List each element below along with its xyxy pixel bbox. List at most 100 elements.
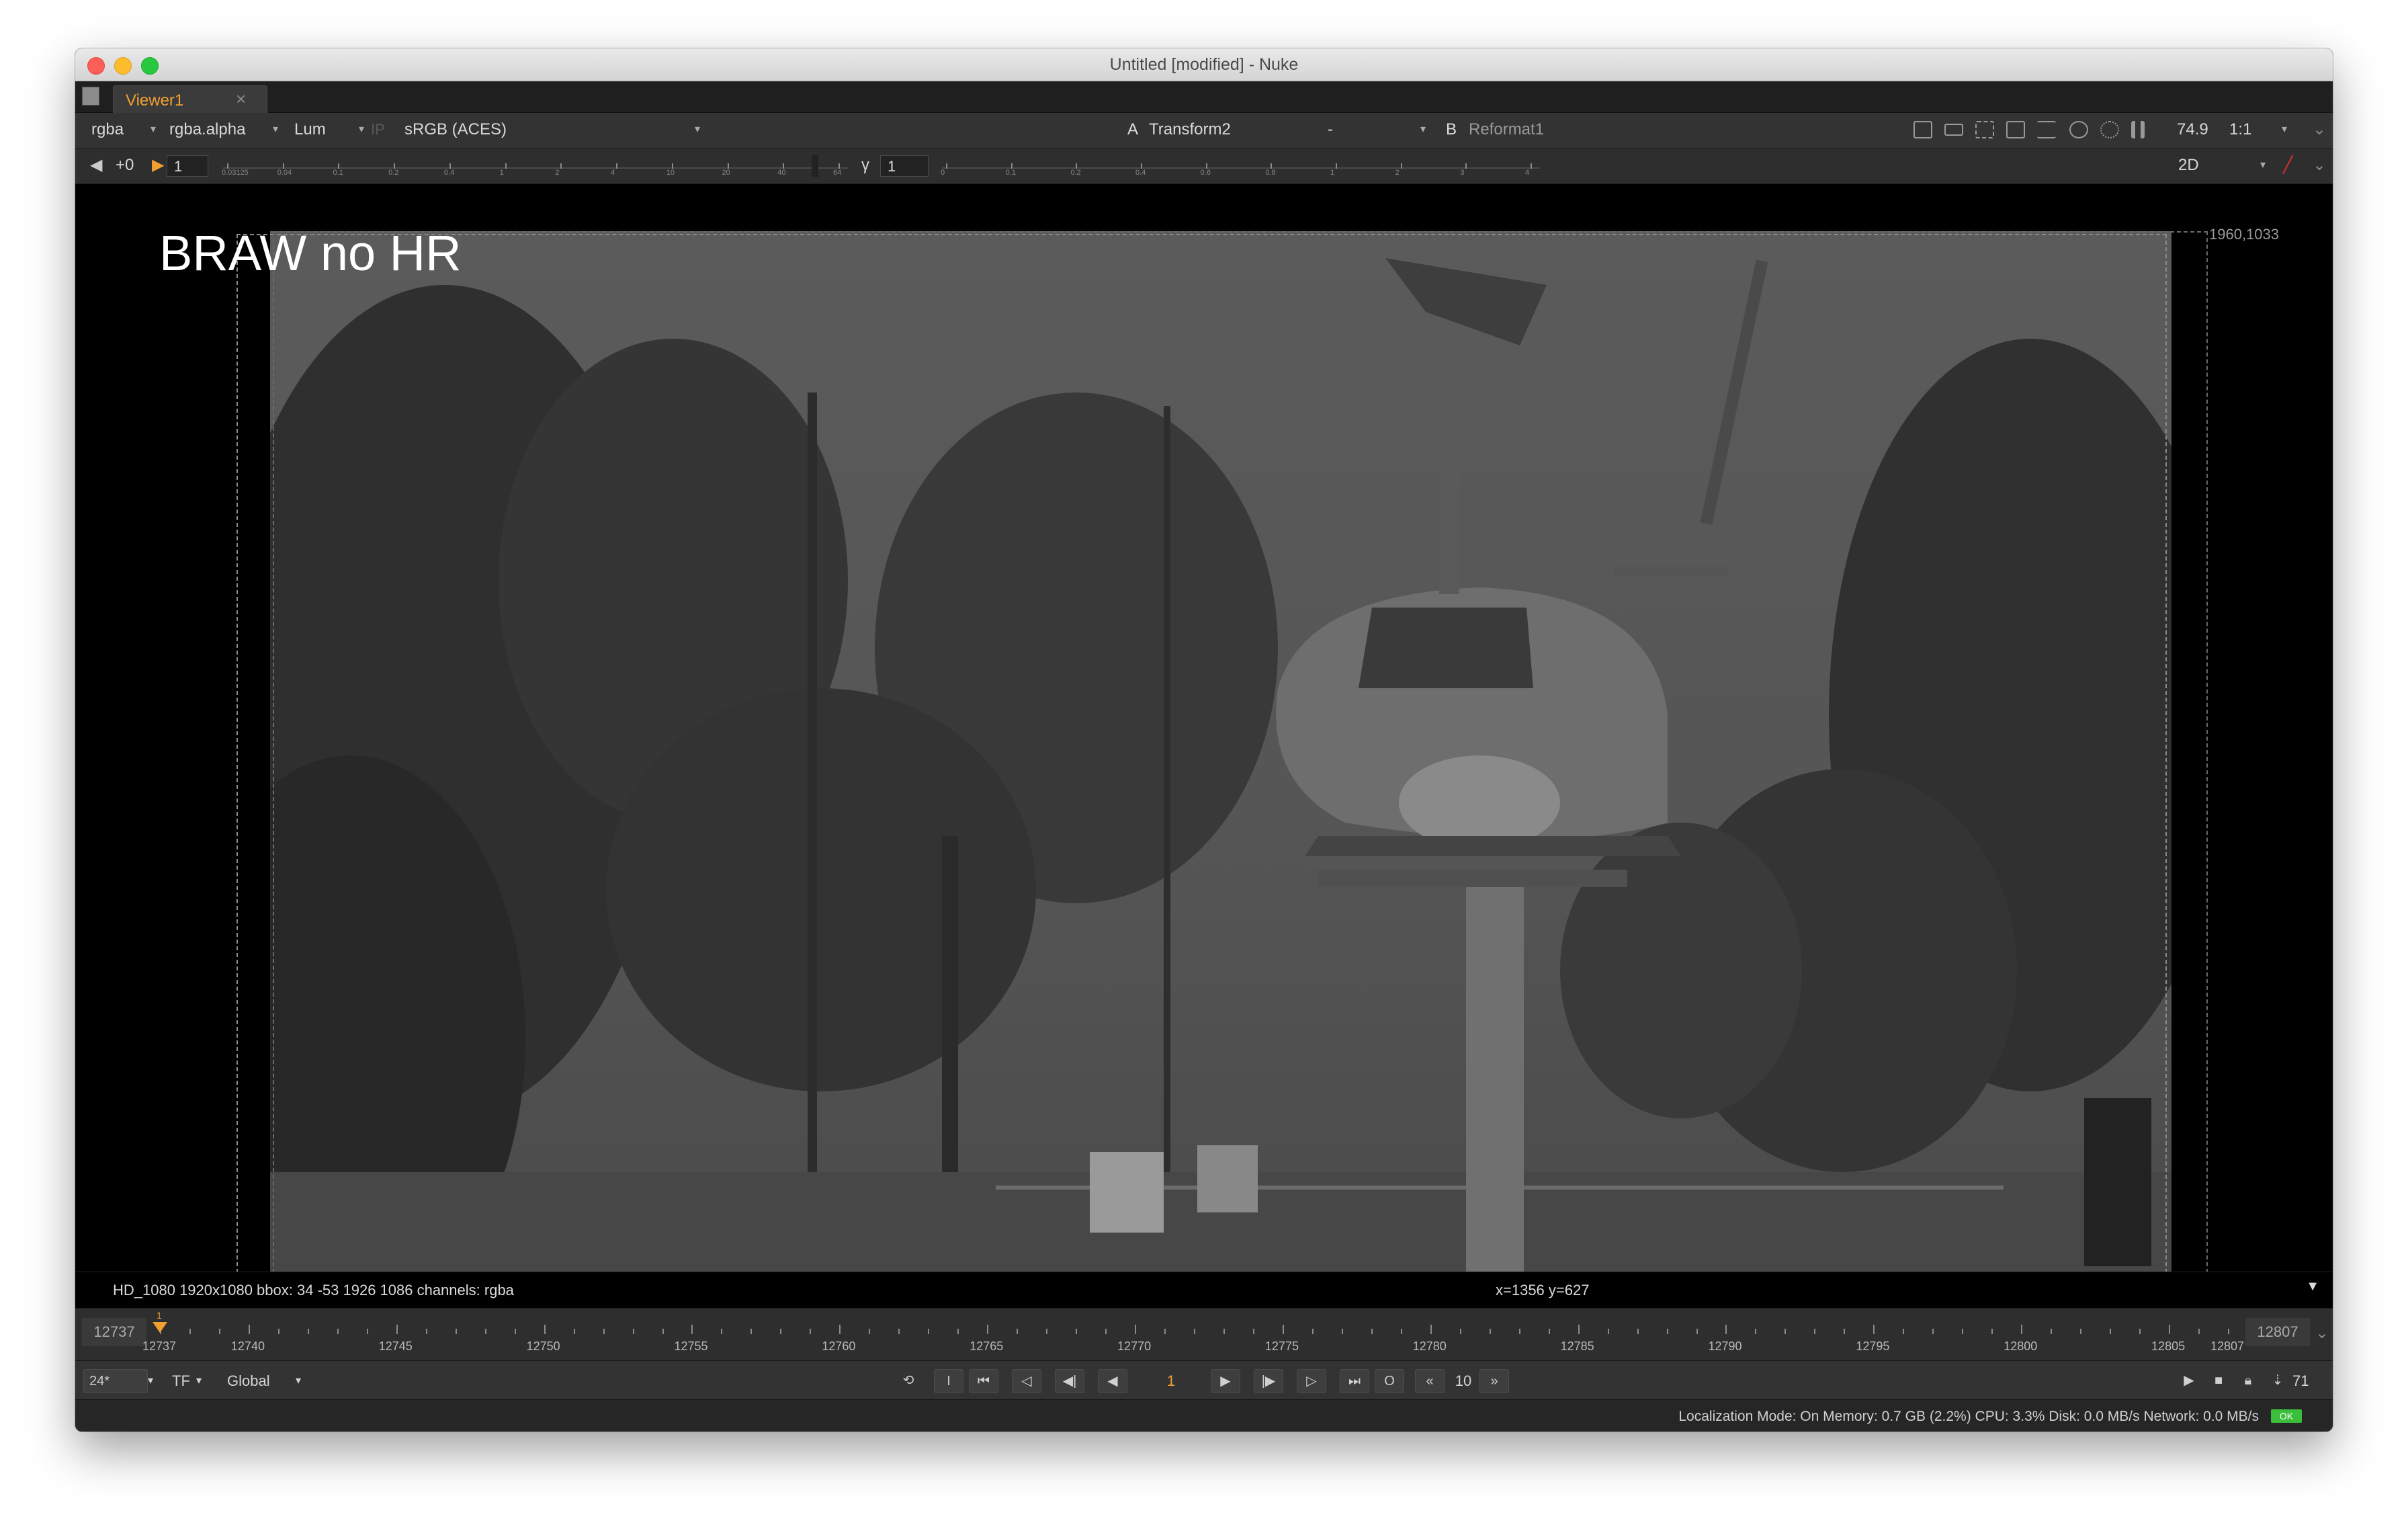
timeline-frame-label: 12760 [822, 1339, 856, 1353]
timeline[interactable]: 12737 12737 12740 12745 12750 12755 12760 1276… [75, 1308, 2333, 1361]
timeline-tick [1371, 1329, 1373, 1334]
input-b-dropdown[interactable]: Reformat1 [1469, 118, 1576, 141]
viewer-canvas[interactable]: BRAW no HR 1960,1033 [75, 184, 2333, 1272]
expand-toolbar-icon[interactable]: ⌄ [2313, 154, 2326, 177]
timeline-tick [573, 1329, 575, 1334]
slider-tick [1465, 163, 1467, 169]
gain-slider[interactable]: 0.03125 0.04 0.1 0.2 0.4 1 2 4 10 20 40 64 [222, 154, 848, 178]
timeline-tick [514, 1329, 516, 1334]
viewer-toolbar-bottom: ◀ +0 ▶ 1 0.03125 0.04 0.1 0.2 0.4 1 2 4 10 20 40 64… [75, 149, 2333, 184]
timeline-tick [1489, 1329, 1491, 1334]
input-a-dropdown[interactable]: Transform2 [1149, 118, 1317, 141]
frame-step-field[interactable]: 10 [1450, 1370, 1477, 1392]
step-back-icon[interactable]: « [1415, 1369, 1445, 1393]
info-toggle-icon[interactable]: ▼ [2306, 1279, 2319, 1294]
colorspace-dropdown[interactable]: sRGB (ACES) ▾ [404, 118, 700, 141]
last-frame-icon[interactable]: ⏭ [1340, 1369, 1369, 1393]
timeline-track[interactable]: 12737 12740 12745 12750 12755 12760 12765 12770… [142, 1309, 2244, 1361]
timeline-tick [721, 1329, 723, 1334]
expand-toolbar-icon[interactable]: ⌄ [2313, 118, 2326, 141]
fstop-value[interactable]: +0 [116, 154, 134, 177]
range-dropdown[interactable]: Global [227, 1370, 270, 1392]
playback-controls: 24* ▾ TF ▾ Global ▾ ⟲ I ⏮ ◁ ◀| ◀ 1 ▶ |▶ … [75, 1360, 2333, 1400]
next-frame-icon[interactable]: |▶ [1254, 1369, 1283, 1393]
timeline-tick [1903, 1329, 1905, 1334]
display-mode-dropdown[interactable]: Lum ▾ [294, 118, 364, 141]
chevron-down-icon[interactable]: ▾ [196, 1370, 202, 1392]
channels-dropdown[interactable]: rgba ▾ [91, 118, 156, 141]
slider-tick [449, 163, 451, 169]
pause-icon[interactable] [2131, 121, 2145, 138]
window-title: Untitled [modified] - Nuke [1109, 55, 1299, 74]
panel-tab-bar: Viewer1 × [75, 81, 2333, 113]
timeline-tick [1282, 1325, 1284, 1334]
input-b-value: Reformat1 [1469, 120, 1545, 138]
slider-tick [1400, 163, 1402, 169]
chevron-down-icon[interactable]: ▾ [296, 1370, 301, 1392]
play-forward-icon[interactable]: ▶ [1211, 1369, 1240, 1393]
gamma-label: γ [861, 156, 869, 174]
previous-frame-icon[interactable]: ◀| [1055, 1369, 1084, 1393]
fstop-decrease-icon[interactable]: ◀ [90, 154, 102, 177]
step-forward-icon[interactable]: » [1479, 1369, 1509, 1393]
gamma-field[interactable]: 1 [880, 155, 929, 177]
alpha-channel-dropdown[interactable]: rgba.alpha ▾ [169, 118, 278, 141]
paint-brush-icon[interactable]: ╱ [2283, 154, 2292, 177]
first-frame-icon[interactable]: ⏮ [969, 1369, 998, 1393]
playback-range-icon[interactable]: ⇣ [2263, 1369, 2292, 1393]
zebra-icon[interactable] [1975, 121, 1994, 138]
slider-tick [227, 163, 228, 169]
timeline-frame-label: 12765 [970, 1339, 1004, 1353]
view-mode-dropdown[interactable]: 2D ▾ [2178, 154, 2266, 177]
timeline-tick [1252, 1329, 1254, 1334]
slider-tick [946, 163, 947, 169]
refresh-icon[interactable] [2069, 121, 2088, 138]
timeline-tick [987, 1325, 989, 1334]
flipbook-icon[interactable]: ▶ [2174, 1369, 2204, 1393]
input-process-toggle[interactable]: IP [371, 121, 385, 138]
tab-close-icon[interactable]: × [236, 89, 246, 110]
region-icon[interactable] [1944, 124, 1963, 136]
timeline-tick [1725, 1325, 1727, 1334]
fstop-increase-icon[interactable]: ▶ [152, 154, 164, 177]
proxy-dropdown[interactable]: 1:1 ▾ [2229, 118, 2287, 141]
playhead-marker[interactable] [153, 1322, 167, 1333]
loop-mode-icon[interactable]: ⟲ [894, 1369, 923, 1393]
proxy-value: 1:1 [2229, 120, 2252, 138]
chevron-down-icon: ▾ [272, 124, 278, 135]
lut-icon[interactable] [2037, 121, 2056, 138]
play-backward-icon[interactable]: ◀ [1098, 1369, 1127, 1393]
timeline-start-frame[interactable]: 12737 [82, 1318, 146, 1346]
timeline-tick [1844, 1329, 1846, 1334]
gear-icon[interactable] [2100, 121, 2119, 138]
timeline-end-frame[interactable]: 12807 [2245, 1318, 2310, 1346]
overlay-icon[interactable] [2006, 121, 2025, 138]
slider-tick-label: 20 [722, 169, 730, 177]
timeline-tick [189, 1329, 191, 1334]
composite-dropdown[interactable]: - ▾ [1328, 118, 1426, 141]
next-keyframe-icon[interactable]: ▷ [1297, 1369, 1326, 1393]
out-point-button[interactable]: O [1375, 1369, 1404, 1393]
timeline-tick [2139, 1329, 2141, 1334]
zoom-value[interactable]: 74.9 [2177, 118, 2208, 141]
timeline-tick [1814, 1329, 1816, 1334]
timeline-tick [544, 1325, 546, 1334]
time-format-dropdown[interactable]: TF [172, 1370, 190, 1392]
previous-keyframe-icon[interactable]: ◁ [1012, 1369, 1041, 1393]
in-point-button[interactable]: I [934, 1369, 963, 1393]
gamma-slider[interactable]: 0 0.1 0.2 0.4 0.6 0.8 1 2 3 4 [941, 154, 1540, 178]
gain-field[interactable]: 1 [167, 155, 208, 177]
fps-field[interactable]: 24* [83, 1369, 148, 1393]
stop-icon[interactable]: ■ [2204, 1369, 2233, 1393]
panel-menu-icon[interactable] [82, 87, 99, 106]
tab-viewer1[interactable]: Viewer1 × [113, 85, 267, 113]
chevron-down-icon: ▾ [1420, 124, 1426, 135]
lock-icon[interactable]: 🔒︎ [2233, 1369, 2263, 1393]
current-frame-field[interactable]: 1 [1154, 1370, 1188, 1392]
timeline-frame-label: 12755 [674, 1339, 708, 1353]
roi-icon[interactable] [1914, 121, 1932, 138]
chevron-down-icon[interactable]: ▾ [148, 1370, 153, 1392]
slider-tick-label: 0.4 [443, 169, 455, 177]
expand-timeline-icon[interactable]: ⌄ [2315, 1322, 2329, 1345]
timeline-tick [1312, 1329, 1314, 1334]
